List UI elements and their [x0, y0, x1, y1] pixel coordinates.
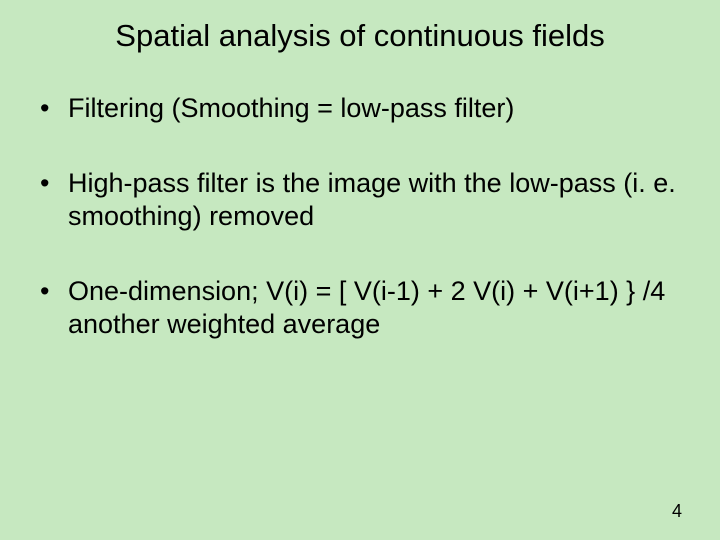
- slide-container: Spatial analysis of continuous fields Fi…: [0, 0, 720, 540]
- page-number: 4: [672, 501, 682, 522]
- bullet-list: Filtering (Smoothing = low-pass filter) …: [40, 92, 680, 341]
- bullet-item: Filtering (Smoothing = low-pass filter): [40, 92, 680, 125]
- slide-title: Spatial analysis of continuous fields: [40, 18, 680, 54]
- bullet-item: One-dimension; V(i) = [ V(i-1) + 2 V(i) …: [40, 275, 680, 341]
- bullet-item: High-pass filter is the image with the l…: [40, 167, 680, 233]
